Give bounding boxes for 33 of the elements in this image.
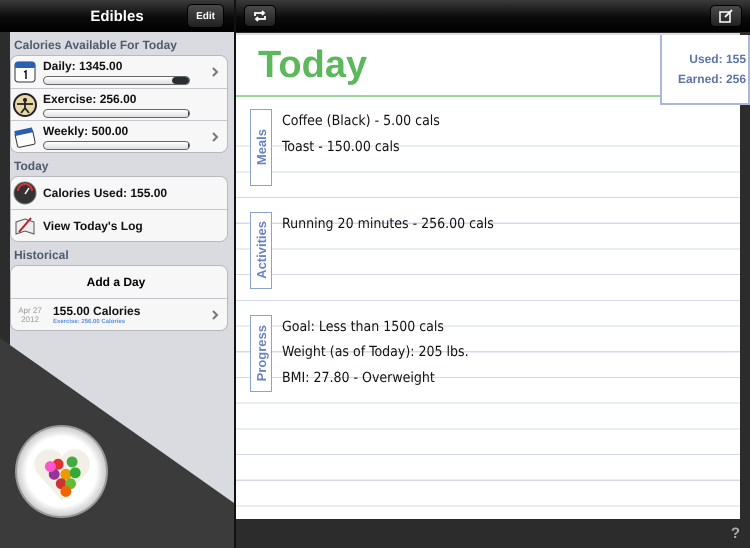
log-entry: Goal: Less than 1500 cals [282,318,445,337]
today-row[interactable]: View Today's Log [11,209,227,241]
edit-button[interactable]: Edit [187,4,224,28]
sync-button[interactable] [244,5,276,27]
calendar-icon [13,60,37,84]
today-row[interactable]: Calories Used: 155.00 [11,177,227,209]
log-entry: Coffee (Black) - 5.00 cals [282,112,440,131]
log-entry: Toast - 150.00 cals [282,138,401,157]
summary-text: Earned: 256 [678,72,746,86]
add-day-button[interactable]: Add a Day [11,266,227,298]
section-heading: Calories Available For Today [13,37,178,54]
log-entry: Weight (as of Today): 205 lbs. [282,343,469,362]
section-heading: Historical [13,247,70,264]
calorie-row[interactable]: Exercise: 256.00 [11,88,227,120]
date-text: Apr 27 [18,306,42,314]
log-entry: Running 20 minutes - 256.00 cals [282,214,494,234]
calendars-icon [13,124,37,148]
log-title: Today [258,44,368,86]
repeat-icon [252,10,268,22]
sidebar-title: Edibles [90,8,144,24]
summary-text: Used: 155 [689,52,746,66]
year-text: 2012 [21,314,39,324]
calories-text: 155.00 Calories [53,304,142,318]
calorie-row[interactable]: Weekly: 500.00 [11,120,227,152]
log-entry: BMI: 27.80 - Overweight [282,368,436,388]
chevron-icon [212,310,219,320]
help-button[interactable]: ? [730,525,740,542]
compose-button[interactable] [710,5,742,27]
human-figure-icon [13,92,37,116]
section-heading: Today [13,158,50,175]
gauge-icon [13,181,37,205]
calorie-row[interactable]: Daily: 1345.00 [11,56,227,88]
compose-icon [719,9,733,23]
